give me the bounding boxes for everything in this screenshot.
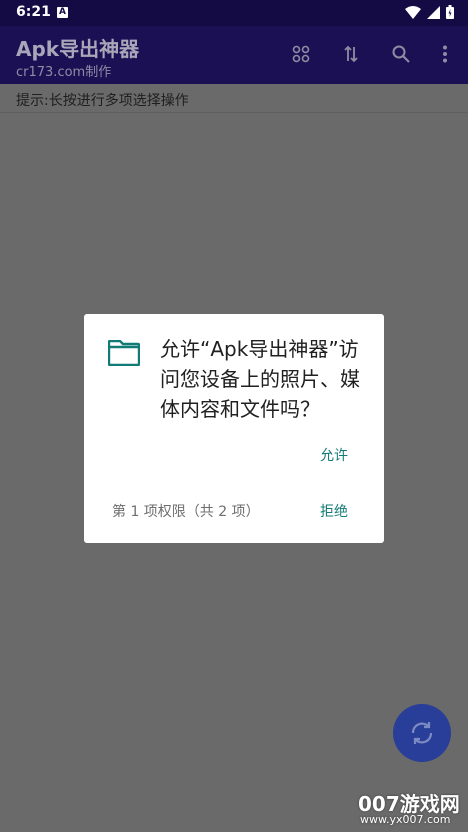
sort-button[interactable] [339, 42, 363, 66]
more-vert-icon [443, 45, 447, 63]
signal-icon [427, 5, 440, 19]
refresh-fab[interactable] [393, 704, 451, 762]
app-title: Apk导出神器 [16, 37, 140, 61]
hint-text: 提示:长按进行多项选择操作 [16, 93, 189, 109]
permission-count: 第 1 项权限（共 2 项） [112, 504, 260, 520]
folder-icon [108, 340, 140, 366]
permission-dialog: 允许“Apk导出神器”访问您设备上的照片、媒体内容和文件吗？ 允许 第 1 项权… [84, 314, 384, 543]
permission-message: 允许“Apk导出神器”访问您设备上的照片、媒体内容和文件吗？ [160, 337, 360, 421]
deny-button[interactable]: 拒绝 [320, 501, 348, 521]
notification-icon: A [57, 7, 68, 18]
apps-button[interactable] [289, 42, 313, 66]
hint-bar: 提示:长按进行多项选择操作 [0, 84, 468, 114]
search-icon [392, 45, 410, 63]
sort-icon [344, 45, 358, 63]
apps-icon [292, 45, 310, 63]
search-button[interactable] [389, 42, 413, 66]
status-time: 6:21 [16, 4, 51, 20]
status-bar: 6:21 A [0, 0, 468, 26]
refresh-icon [411, 722, 433, 744]
divider [0, 112, 468, 113]
wifi-icon [405, 5, 421, 19]
app-bar: Apk导出神器 cr173.com制作 [0, 26, 468, 84]
app-subtitle: cr173.com制作 [16, 65, 112, 80]
watermark-url: www.yx007.com [360, 813, 451, 826]
status-icons [405, 5, 454, 19]
allow-button[interactable]: 允许 [320, 445, 348, 465]
more-options-button[interactable] [433, 42, 457, 66]
battery-icon [446, 5, 454, 19]
